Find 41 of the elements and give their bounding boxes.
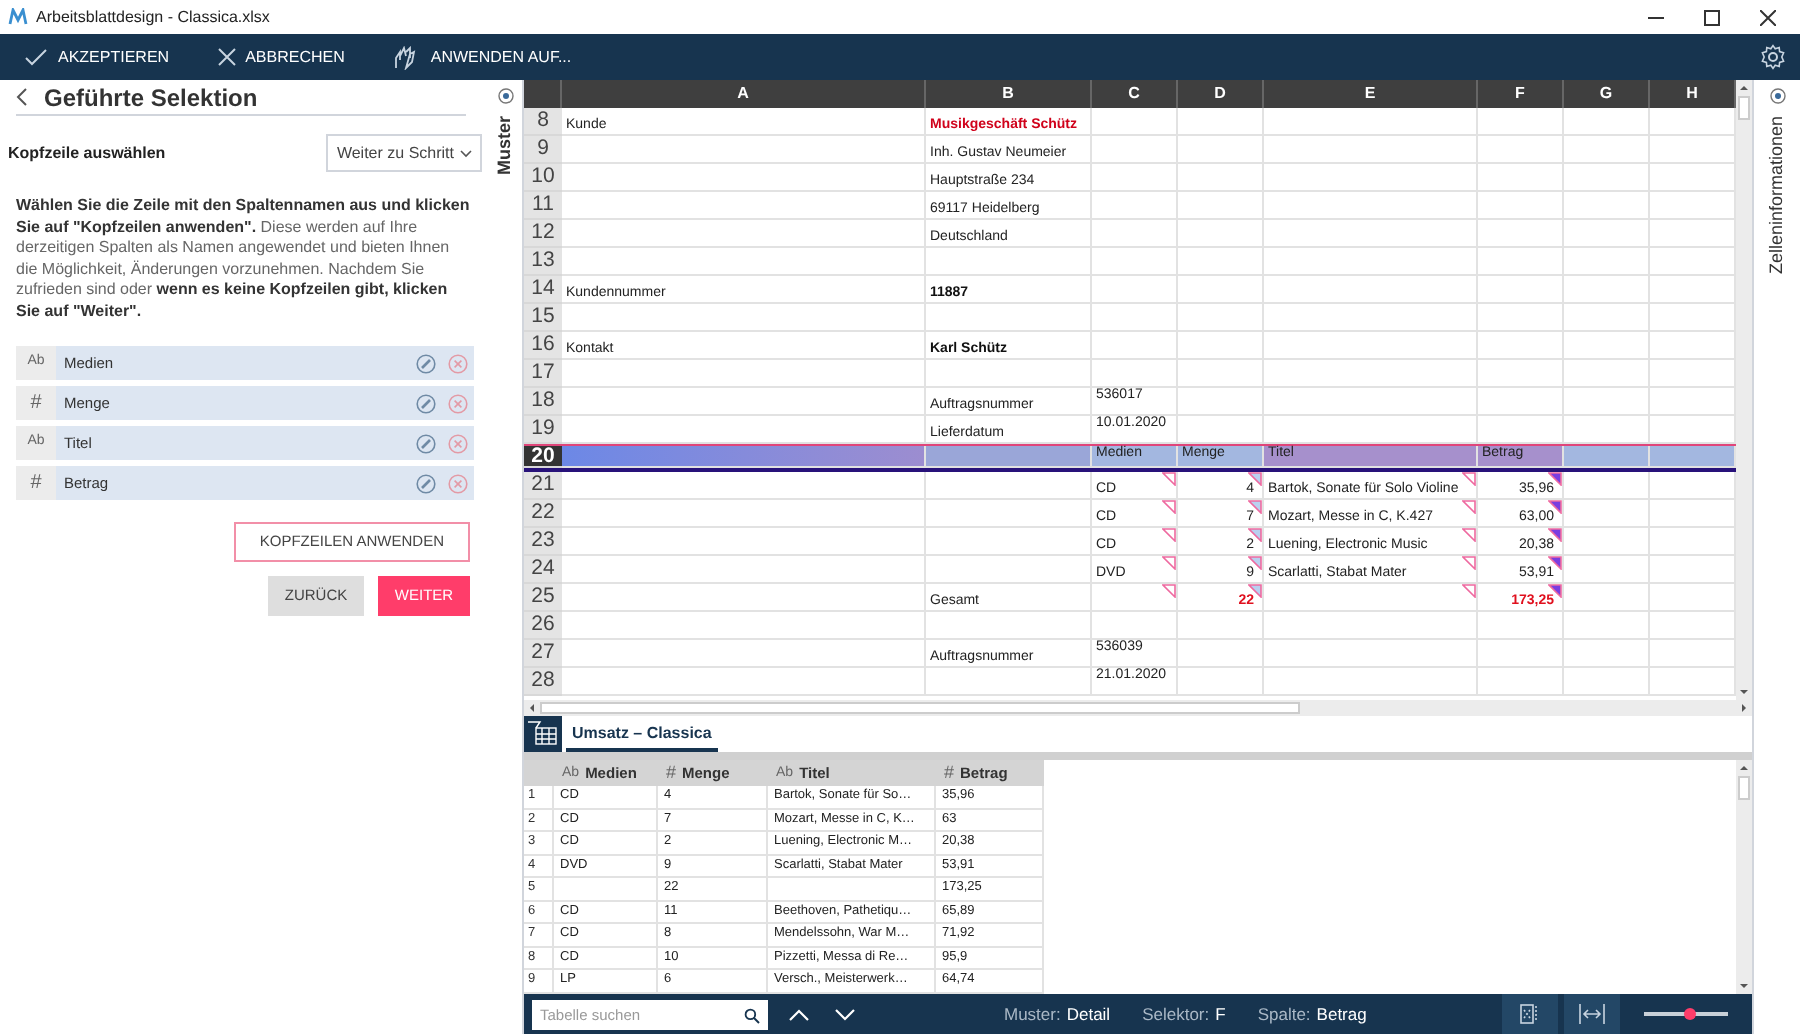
row-number[interactable]: 8: [524, 108, 562, 136]
status-value: Betrag: [1316, 1001, 1367, 1027]
column-type-label: #: [944, 760, 955, 786]
step-dropdown[interactable]: Weiter zu Schritt: [326, 134, 482, 172]
row-number[interactable]: 24: [524, 556, 562, 584]
row-number[interactable]: 12: [524, 220, 562, 248]
row-number[interactable]: 10: [524, 164, 562, 192]
row-number[interactable]: 19: [524, 416, 562, 444]
status-value: F: [1215, 1001, 1226, 1027]
row-number[interactable]: 17: [524, 360, 562, 388]
row-number[interactable]: 21: [524, 472, 562, 500]
row-number[interactable]: 18: [524, 388, 562, 416]
window-title: Arbeitsblattdesign - Classica.xlsx: [36, 5, 270, 29]
column-type-label: #: [16, 386, 56, 420]
panel-title: Geführte Selektion: [44, 81, 258, 115]
status-label: Muster:: [1004, 1001, 1061, 1027]
row-number[interactable]: 25: [524, 584, 562, 612]
row-number[interactable]: 26: [524, 612, 562, 640]
row-number[interactable]: 23: [524, 528, 562, 556]
toolbar-button[interactable]: ANWENDEN AUF...: [368, 34, 596, 80]
column-type-label: #: [666, 760, 677, 786]
toolbar-button[interactable]: ABBRECHEN: [193, 34, 369, 80]
status-value: Detail: [1066, 1001, 1111, 1027]
info-pane-label[interactable]: Zelleninformationen: [1763, 116, 1791, 275]
row-number[interactable]: 13: [524, 248, 562, 276]
pattern-pane-label[interactable]: Muster: [492, 116, 520, 176]
row-number[interactable]: 15: [524, 304, 562, 332]
row-number[interactable]: 20: [524, 446, 562, 468]
row-number[interactable]: 9: [524, 136, 562, 164]
row-number[interactable]: 11: [524, 192, 562, 220]
row-number[interactable]: 27: [524, 640, 562, 668]
toolbar-button[interactable]: AKZEPTIEREN: [0, 34, 194, 80]
row-number[interactable]: 22: [524, 500, 562, 528]
column-type-label: #: [16, 466, 56, 500]
instructions-text: Wählen Sie die Zeile mit den Spaltennamen aus und klicken Sie auf "Kopfzeilen anwenden". Diese werden auf Ihre derzeitigen Spalten als Namen angewendet und bieten Ihnen die Möglichkeit, Änderungen vorzunehmen. Nachdem Sie zufrieden sind oder wenn es keine Kopfzeilen gibt, klicken Sie auf "Weiter".: [16, 196, 472, 322]
step-label: Kopfzeile auswählen: [8, 141, 166, 165]
row-number[interactable]: 16: [524, 332, 562, 360]
row-number[interactable]: 28: [524, 668, 562, 696]
status-label: Selektor:: [1142, 1001, 1210, 1027]
row-number[interactable]: 14: [524, 276, 562, 304]
status-label: Spalte:: [1257, 1001, 1311, 1027]
